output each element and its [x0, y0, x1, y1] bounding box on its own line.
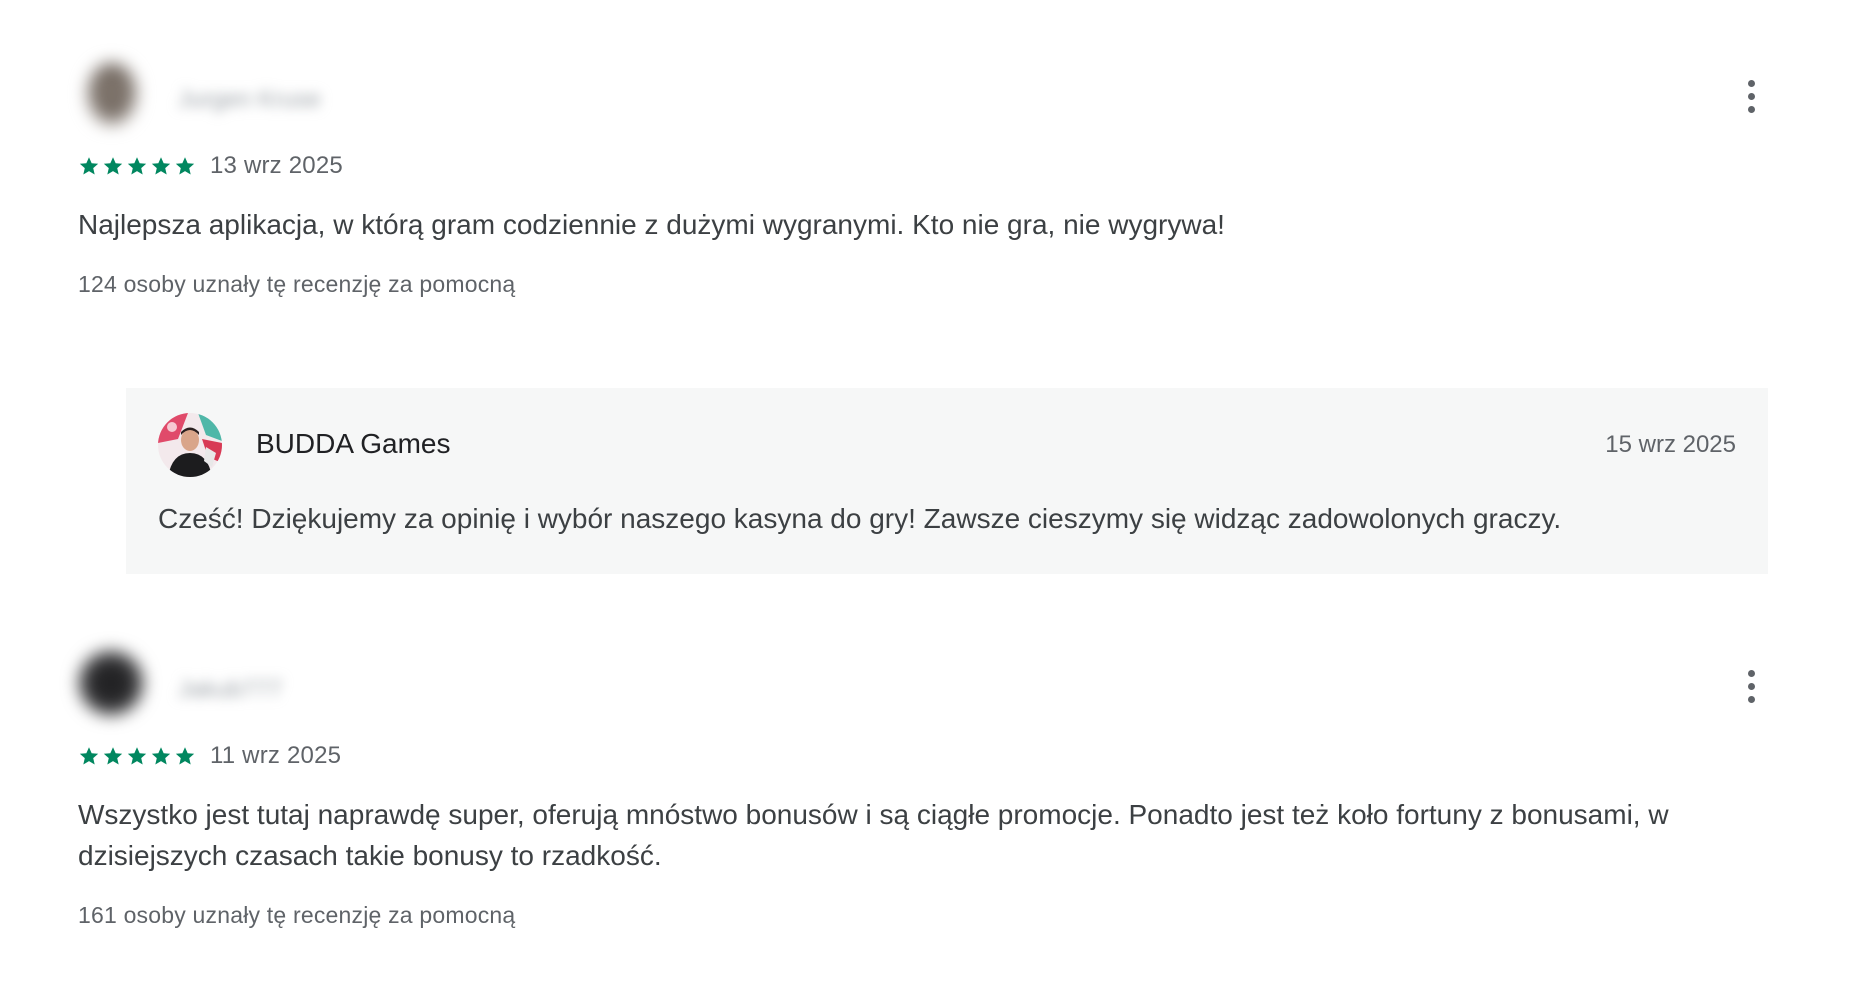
star-icon: [79, 747, 99, 765]
avatar: [78, 650, 144, 716]
star-icon: [151, 747, 171, 765]
more-options-button[interactable]: [1736, 76, 1766, 116]
developer-reply: BUDDA Games 15 wrz 2025 Cześć! Dziękujem…: [126, 388, 1768, 574]
reviewer-name: Jurgen Kruse: [178, 86, 321, 113]
developer-avatar: [158, 413, 222, 477]
star-icon: [127, 157, 147, 175]
star-icon: [175, 157, 195, 175]
star-icon: [103, 157, 123, 175]
rating-row: 11 wrz 2025: [78, 736, 1768, 776]
reply-date: 15 wrz 2025: [1605, 431, 1736, 458]
star-icon: [151, 157, 171, 175]
developer-name: BUDDA Games: [256, 428, 451, 459]
reviewer-name: Jakub777: [178, 676, 283, 703]
more-options-button[interactable]: [1736, 666, 1766, 706]
star-icon: [79, 157, 99, 175]
more-vert-icon: [1747, 669, 1755, 677]
review-header: Jakub777: [78, 636, 1768, 736]
review-date: 11 wrz 2025: [210, 742, 342, 769]
star-rating: [78, 155, 196, 177]
star-rating: [78, 745, 196, 767]
review-text: Wszystko jest tutaj naprawdę super, ofer…: [78, 799, 1669, 871]
reply-text: Cześć! Dziękujemy za opinię i wybór nasz…: [158, 503, 1562, 534]
review-card: Jakub777 11 wrz 2025 Wszystko jest tutaj…: [78, 636, 1768, 929]
rating-row: 13 wrz 2025: [78, 146, 1768, 186]
review-date: 13 wrz 2025: [210, 152, 343, 179]
helpful-count: 124 osoby uznały tę recenzję za pomocną: [78, 271, 516, 297]
helpful-count: 161 osoby uznały tę recenzję za pomocną: [78, 902, 516, 928]
more-vert-icon: [1747, 79, 1755, 87]
star-icon: [175, 747, 195, 765]
star-icon: [103, 747, 123, 765]
review-card: Jurgen Kruse 13 wrz 2025 Najlepsza aplik…: [78, 46, 1768, 298]
review-header: Jurgen Kruse: [78, 46, 1768, 146]
star-icon: [127, 747, 147, 765]
review-text: Najlepsza aplikacja, w którą gram codzie…: [78, 209, 1225, 240]
avatar: [86, 62, 138, 126]
